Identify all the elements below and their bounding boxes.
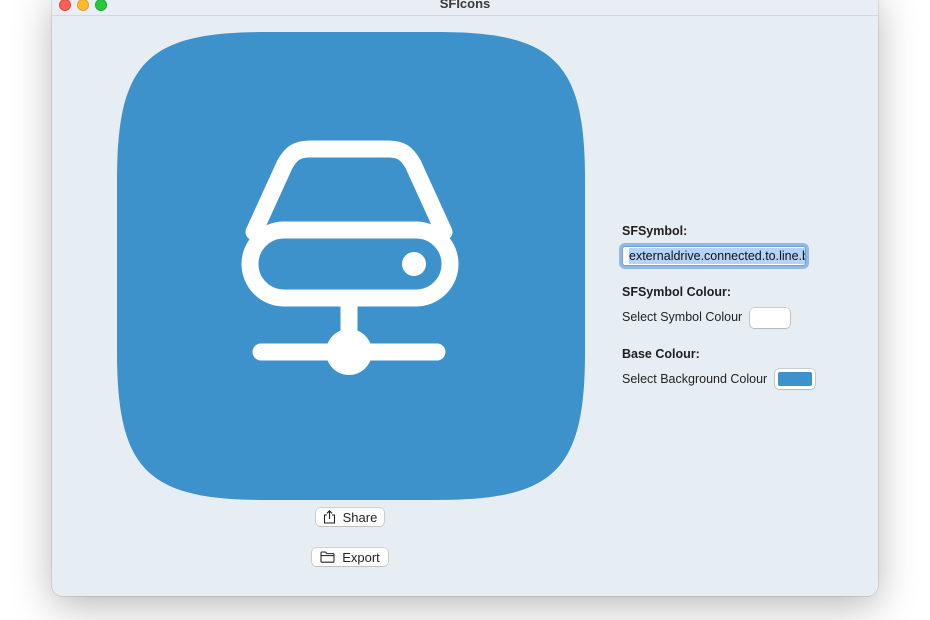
background-colour-well[interactable] xyxy=(775,369,815,389)
base-colour-heading: Base Colour: xyxy=(622,347,700,361)
sfsymbol-name-value: externaldrive.connected.to.line.below xyxy=(629,248,805,264)
sfsymbol-name-input[interactable]: externaldrive.connected.to.line.below xyxy=(622,246,806,266)
share-button-label: Share xyxy=(342,509,378,525)
export-button[interactable]: Export xyxy=(312,548,388,566)
symbol-colour-well[interactable] xyxy=(750,308,790,328)
background-colour-label: Select Background Colour xyxy=(622,372,768,386)
sfsymbol-colour-heading: SFSymbol Colour: xyxy=(622,285,732,299)
sfsymbol-heading: SFSymbol: xyxy=(622,224,688,238)
symbol-colour-label: Select Symbol Colour xyxy=(622,310,743,324)
icon-background xyxy=(117,32,585,500)
window-title: SFIcons xyxy=(439,0,491,11)
symbol-colour-swatch xyxy=(753,311,787,325)
share-button[interactable]: Share xyxy=(316,508,384,526)
share-icon xyxy=(323,510,335,524)
icon-preview xyxy=(117,32,585,500)
folder-icon xyxy=(320,551,335,563)
background-colour-swatch xyxy=(778,372,812,386)
app-window: SFIcons Share Export SFSymbol: externald… xyxy=(52,0,878,596)
title-bar: SFIcons xyxy=(52,0,878,16)
export-button-label: Export xyxy=(342,549,380,565)
